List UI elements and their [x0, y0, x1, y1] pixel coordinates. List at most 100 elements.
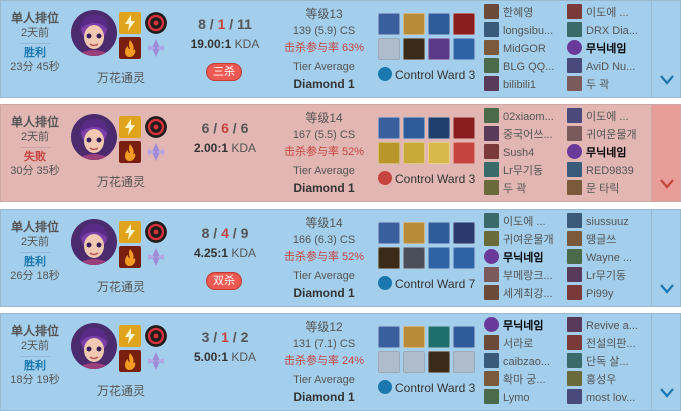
item-slot-icon[interactable]	[428, 142, 450, 164]
champion-portrait[interactable]	[71, 10, 117, 56]
player-entry[interactable]: 02xiaom...	[484, 108, 568, 126]
item-slot-icon[interactable]	[453, 247, 475, 269]
match-row[interactable]: 单人排位 2天前 失败 30分 35秒 万花通灵 6 / 6 / 6 2.00:…	[0, 104, 681, 202]
player-entry[interactable]: 한혜영	[484, 4, 568, 22]
ignite-spell-icon[interactable]	[119, 246, 141, 268]
flash-spell-icon[interactable]	[119, 325, 141, 347]
item-slot-icon[interactable]	[403, 247, 425, 269]
item-slot-icon[interactable]	[453, 13, 475, 35]
match-row[interactable]: 单人排位 2天前 胜利 23分 45秒 万花通灵 8 / 1 / 11 19.0…	[0, 0, 681, 98]
item-slot-icon[interactable]	[378, 351, 400, 373]
item-slot-icon[interactable]	[403, 326, 425, 348]
player-entry[interactable]: 땡글쓰	[567, 231, 651, 249]
item-slot-icon[interactable]	[378, 142, 400, 164]
item-slot-icon[interactable]	[428, 222, 450, 244]
player-entry[interactable]: 귀여운물개	[567, 126, 651, 144]
player-entry[interactable]: caibzao...	[484, 353, 568, 371]
player-entry[interactable]: 세계최강...	[484, 285, 568, 303]
item-slot-icon[interactable]	[428, 351, 450, 373]
flash-spell-icon[interactable]	[119, 221, 141, 243]
sorcery-rune-icon[interactable]	[145, 141, 167, 163]
match-row[interactable]: 单人排位 2天前 胜利 18分 19秒 万花通灵 3 / 1 / 2 5.00:…	[0, 313, 681, 411]
item-slot-icon[interactable]	[453, 38, 475, 60]
player-entry[interactable]: Sush4	[484, 144, 568, 162]
sorcery-rune-icon[interactable]	[145, 246, 167, 268]
item-slot-icon[interactable]	[403, 351, 425, 373]
player-entry[interactable]: Lr무기동	[567, 267, 651, 285]
ignite-spell-icon[interactable]	[119, 141, 141, 163]
flash-spell-icon[interactable]	[119, 12, 141, 34]
item-slot-icon[interactable]	[403, 222, 425, 244]
item-slot-icon[interactable]	[378, 247, 400, 269]
player-entry[interactable]: 중국어쓰...	[484, 126, 568, 144]
item-slot-icon[interactable]	[378, 222, 400, 244]
sorcery-rune-icon[interactable]	[145, 350, 167, 372]
item-slot-icon[interactable]	[403, 13, 425, 35]
item-slot-icon[interactable]	[453, 351, 475, 373]
electrocute-rune-icon[interactable]	[145, 12, 167, 34]
item-slot-icon[interactable]	[378, 38, 400, 60]
player-entry[interactable]: siussuuz	[567, 213, 651, 231]
player-entry[interactable]: 이도에 ...	[567, 4, 651, 22]
item-slot-icon[interactable]	[453, 117, 475, 139]
expand-details-button[interactable]	[651, 104, 681, 202]
player-entry[interactable]: most lov...	[567, 389, 651, 407]
sorcery-rune-icon[interactable]	[145, 37, 167, 59]
player-entry[interactable]: 무닉네임	[567, 144, 651, 162]
player-entry[interactable]: Wayne ...	[567, 249, 651, 267]
player-entry[interactable]: AviD Nu...	[567, 58, 651, 76]
player-entry[interactable]: 문 타릭	[567, 180, 651, 198]
player-entry[interactable]: BLG QQ...	[484, 58, 568, 76]
player-entry[interactable]: MidGOR	[484, 40, 568, 58]
electrocute-rune-icon[interactable]	[145, 116, 167, 138]
player-entry[interactable]: 무닉네임	[567, 40, 651, 58]
expand-details-button[interactable]	[651, 313, 681, 411]
item-slot-icon[interactable]	[378, 117, 400, 139]
player-entry[interactable]: Pi99y	[567, 285, 651, 303]
player-entry[interactable]: 무닉네임	[484, 249, 568, 267]
champion-portrait[interactable]	[71, 114, 117, 160]
player-entry[interactable]: Revive a...	[567, 317, 651, 335]
item-slot-icon[interactable]	[453, 222, 475, 244]
player-entry[interactable]: 홍성우	[567, 371, 651, 389]
player-entry[interactable]: 확마 궁...	[484, 371, 568, 389]
flash-spell-icon[interactable]	[119, 116, 141, 138]
expand-details-button[interactable]	[651, 0, 681, 98]
electrocute-rune-icon[interactable]	[145, 221, 167, 243]
item-slot-icon[interactable]	[428, 326, 450, 348]
item-slot-icon[interactable]	[403, 142, 425, 164]
player-entry[interactable]: 단독 살...	[567, 353, 651, 371]
player-entry[interactable]: Lr무기동	[484, 162, 568, 180]
electrocute-rune-icon[interactable]	[145, 325, 167, 347]
item-slot-icon[interactable]	[453, 326, 475, 348]
item-slot-icon[interactable]	[453, 142, 475, 164]
player-entry[interactable]: 부메랑크...	[484, 267, 568, 285]
player-entry[interactable]: 이도에 ...	[484, 213, 568, 231]
expand-details-button[interactable]	[651, 209, 681, 307]
item-slot-icon[interactable]	[403, 38, 425, 60]
player-entry[interactable]: 두 곽	[567, 76, 651, 94]
player-entry[interactable]: Lymo	[484, 389, 568, 407]
ignite-spell-icon[interactable]	[119, 37, 141, 59]
player-entry[interactable]: longsibu...	[484, 22, 568, 40]
player-entry[interactable]: 두 곽	[484, 180, 568, 198]
item-slot-icon[interactable]	[428, 38, 450, 60]
player-entry[interactable]: 서라로	[484, 335, 568, 353]
champion-portrait[interactable]	[71, 219, 117, 265]
item-slot-icon[interactable]	[378, 326, 400, 348]
item-slot-icon[interactable]	[403, 117, 425, 139]
champion-portrait[interactable]	[71, 323, 117, 369]
player-entry[interactable]: bilibili1	[484, 76, 568, 94]
player-entry[interactable]: RED9839	[567, 162, 651, 180]
item-slot-icon[interactable]	[428, 247, 450, 269]
player-entry[interactable]: DRX Dia...	[567, 22, 651, 40]
ignite-spell-icon[interactable]	[119, 350, 141, 372]
player-entry[interactable]: 전설의판...	[567, 335, 651, 353]
item-slot-icon[interactable]	[378, 13, 400, 35]
player-entry[interactable]: 귀여운물개	[484, 231, 568, 249]
item-slot-icon[interactable]	[428, 13, 450, 35]
item-slot-icon[interactable]	[428, 117, 450, 139]
player-entry[interactable]: 이도에 ...	[567, 108, 651, 126]
player-entry[interactable]: 무닉네임	[484, 317, 568, 335]
match-row[interactable]: 单人排位 2天前 胜利 26分 18秒 万花通灵 8 / 4 / 9 4.25:…	[0, 209, 681, 307]
